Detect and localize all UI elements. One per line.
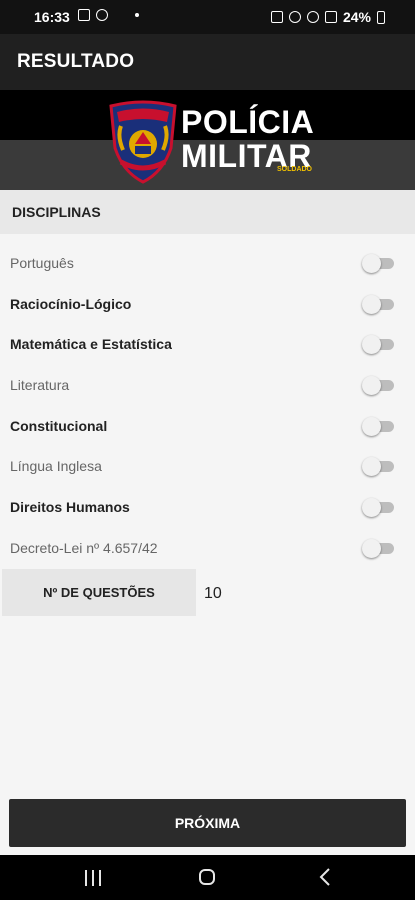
toggle-thumb [362,538,381,558]
status-time: 16:33 [34,9,70,25]
subject-row: Matemática e Estatística [0,324,415,365]
questions-count-row: Nº DE QUESTÕES [2,569,413,618]
subject-label: Direitos Humanos [10,499,130,516]
subject-toggle[interactable] [362,498,394,518]
toggle-thumb [362,457,381,477]
toggle-thumb [362,294,381,314]
subject-label: Matemática e Estatística [10,336,172,353]
home-button[interactable] [199,869,215,885]
notification-icons [78,9,108,21]
subject-label: Literatura [10,377,70,394]
app-bar: RESULTADO [0,34,415,90]
police-badge-logo [109,100,177,184]
toggle-thumb [362,498,381,518]
system-nav-bar [0,855,415,900]
questions-count-input[interactable] [196,569,413,618]
subject-row: Português [0,243,415,284]
subject-row: Constitucional [0,406,415,447]
subject-row: Raciocínio-Lógico [0,284,415,325]
subject-row: Decreto-Lei nº 4.657/42 [0,528,415,569]
toggle-thumb [362,376,381,396]
subject-toggle[interactable] [362,254,394,273]
battery-level: 24% [342,9,371,25]
system-icons: 24% [270,9,385,25]
signal-icon [324,11,337,23]
toggle-thumb [362,254,381,273]
subject-label: Constitucional [10,417,108,434]
gallery-icon [78,9,90,21]
battery-icon [377,10,385,24]
toggle-thumb [362,416,381,436]
more-notifications-icon [135,13,139,17]
subject-label: Língua Inglesa [10,458,102,475]
back-button[interactable] [318,867,332,887]
brand-subtitle: SOLDADO [277,166,312,173]
subject-toggle[interactable] [362,457,394,477]
subject-label: Raciocínio-Lógico [10,295,132,312]
subject-label: Português [10,255,74,271]
subject-toggle[interactable] [362,538,394,558]
toggle-thumb [362,335,381,355]
brand-title-line1: POLÍCIA [181,104,315,140]
subject-row: Literatura [0,365,415,406]
subject-toggle[interactable] [362,335,394,355]
wifi-icon [306,11,319,23]
mute-icon [288,11,301,23]
recent-apps-button[interactable] [85,870,103,886]
subject-row: Língua Inglesa [0,446,415,487]
disciplines-title: DISCIPLINAS [12,204,101,220]
status-bar: 16:33 24% [0,0,415,34]
page-title: RESULTADO [17,51,135,72]
lock-icon [270,11,283,23]
questions-count-label: Nº DE QUESTÕES [2,569,196,616]
subject-toggle[interactable] [362,376,394,396]
subject-label: Decreto-Lei nº 4.657/42 [10,539,158,556]
subject-toggle[interactable] [362,416,394,436]
subject-row: Direitos Humanos [0,487,415,528]
next-button[interactable]: PRÓXIMA [9,799,406,847]
subject-toggle[interactable] [362,294,394,314]
disciplines-header: DISCIPLINAS [0,190,415,234]
whatsapp-icon [96,9,108,21]
subjects-list: Português Raciocínio-Lógico Matemática e… [0,243,415,569]
